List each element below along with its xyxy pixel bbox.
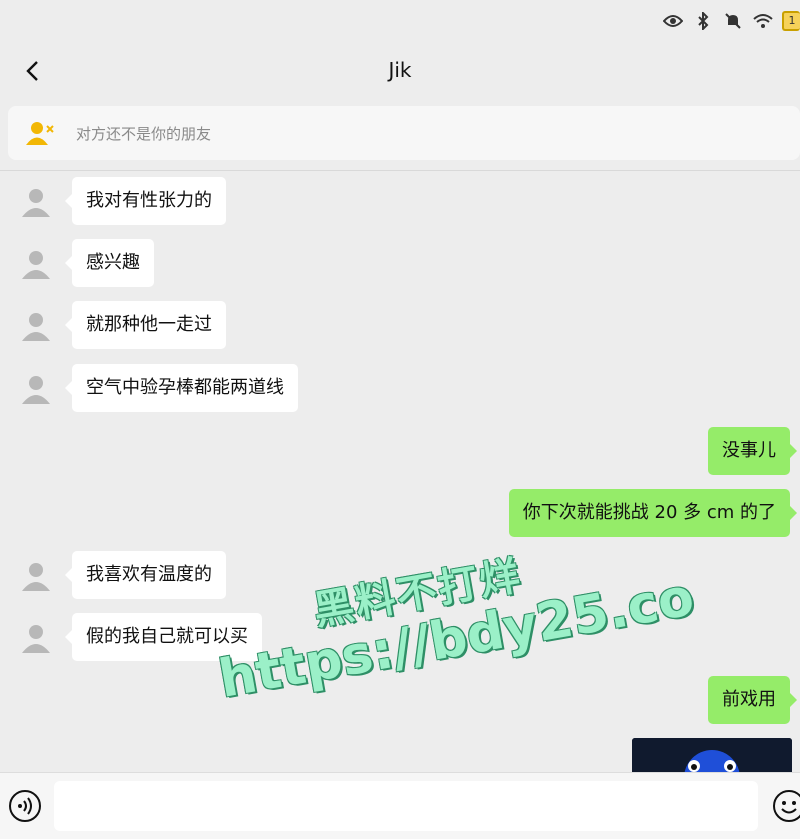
message-bubble[interactable]: 就那种他一走过 — [65, 301, 226, 349]
watermark-title: 黑料不打烊 — [310, 552, 526, 635]
add-friend-icon — [26, 120, 56, 146]
status-bar: 1 — [0, 0, 800, 42]
image-thumbnail — [632, 738, 792, 774]
message-bubble[interactable]: 我喜欢有温度的 — [65, 551, 226, 599]
message-bubble[interactable]: 假的我自己就可以买 — [65, 613, 262, 661]
avatar[interactable] — [20, 372, 52, 404]
message-bubble[interactable]: 没事儿 — [708, 427, 797, 475]
input-bar — [0, 772, 800, 839]
voice-button[interactable] — [8, 789, 42, 823]
bluetooth-icon — [692, 10, 714, 32]
voice-icon — [9, 790, 41, 822]
mute-icon — [722, 10, 744, 32]
message-bubble[interactable]: 前戏用 — [708, 676, 797, 724]
emoji-button[interactable] — [772, 789, 800, 823]
divider — [0, 170, 800, 171]
notice-text: 对方还不是你的朋友 — [76, 125, 212, 143]
avatar[interactable] — [20, 559, 52, 591]
watermark: 黑料不打烊 https://bdy25.co — [205, 525, 699, 746]
message-bubble[interactable]: 感兴趣 — [65, 239, 154, 287]
avatar[interactable] — [20, 247, 52, 279]
message-bubble[interactable]: 我对有性张力的 — [65, 177, 226, 225]
chat-title: Jik — [388, 58, 412, 82]
message-input[interactable] — [54, 781, 758, 831]
avatar[interactable] — [20, 621, 52, 653]
watermark-url: https://bdy25.co — [214, 567, 699, 710]
status-icons: 1 — [662, 10, 800, 32]
not-friend-notice[interactable]: 对方还不是你的朋友 — [8, 106, 800, 160]
emoji-icon — [773, 790, 800, 822]
avatar[interactable] — [20, 309, 52, 341]
image-message[interactable] — [632, 738, 792, 774]
wifi-icon — [752, 10, 774, 32]
message-bubble[interactable]: 空气中验孕棒都能两道线 — [65, 364, 298, 412]
battery-icon: 1 — [782, 11, 800, 31]
message-bubble[interactable]: 你下次就能挑战 20 多 cm 的了 — [508, 489, 798, 537]
eye-icon — [662, 10, 684, 32]
avatar[interactable] — [20, 185, 52, 217]
chat-header: Jik — [0, 42, 800, 100]
